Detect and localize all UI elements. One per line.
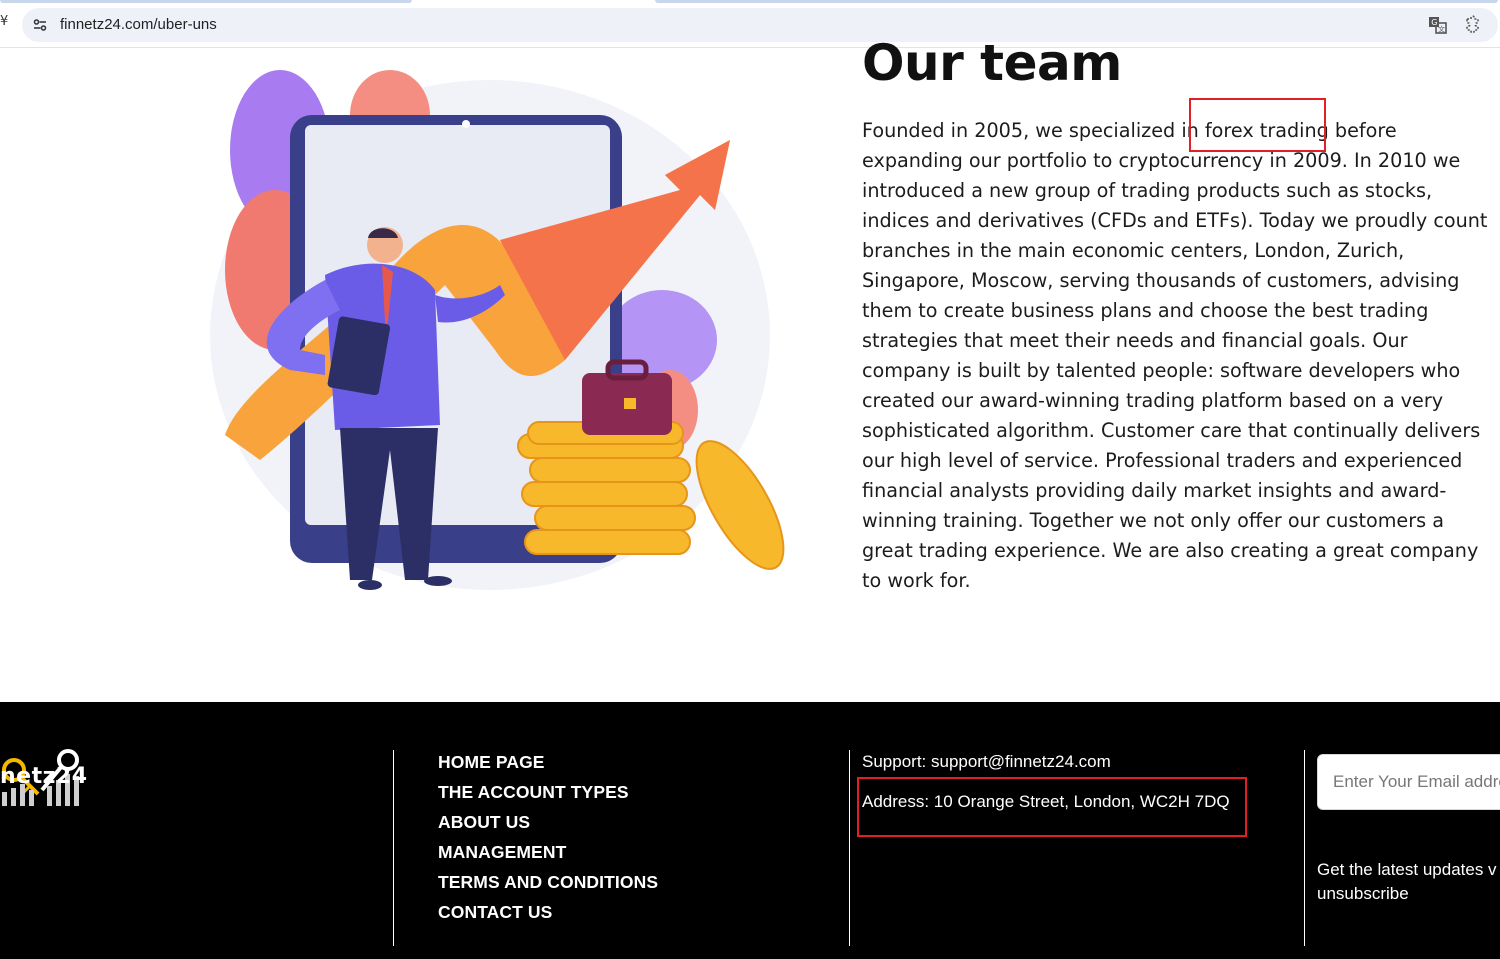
footer-nav: HOME PAGE THE ACCOUNT TYPES ABOUT US MAN… — [438, 752, 658, 932]
highlight-address — [857, 777, 1247, 837]
site-info-icon[interactable] — [32, 17, 48, 33]
footer-link-contact[interactable]: CONTACT US — [438, 902, 658, 932]
footer-divider — [849, 750, 850, 946]
logo-wordmark[interactable]: netz24 — [0, 764, 88, 789]
footer-link-management[interactable]: MANAGEMENT — [438, 842, 658, 872]
browser-tab[interactable] — [655, 0, 1498, 3]
newsletter-line: Get the latest updates v — [1317, 860, 1497, 879]
trading-illustration — [210, 70, 785, 590]
extension-icon[interactable] — [1462, 15, 1482, 35]
svg-text:文: 文 — [1438, 25, 1445, 34]
newsletter-line: unsubscribe — [1317, 884, 1409, 903]
svg-text:G: G — [1431, 18, 1437, 27]
footer-link-about-us[interactable]: ABOUT US — [438, 812, 658, 842]
footer-link-account-types[interactable]: THE ACCOUNT TYPES — [438, 782, 658, 812]
address-bar[interactable]: finnetz24.com/uber-uns G 文 — [22, 8, 1498, 42]
site-footer: netz24 HOME PAGE THE ACCOUNT TYPES ABOUT… — [0, 702, 1500, 959]
newsletter-text: Get the latest updates v unsubscribe — [1317, 858, 1500, 906]
newsletter-email-input[interactable] — [1317, 754, 1500, 810]
footer-divider — [1304, 750, 1305, 946]
page-title: Our team — [862, 34, 1122, 92]
footer-link-terms[interactable]: TERMS AND CONDITIONS — [438, 872, 658, 902]
browser-tab[interactable] — [0, 0, 412, 3]
team-description: Founded in 2005, we specialized in forex… — [862, 119, 1488, 592]
reload-button[interactable]: ¥ — [0, 14, 8, 29]
url-text[interactable]: finnetz24.com/uber-uns — [60, 16, 217, 33]
logo-icon[interactable] — [0, 746, 120, 841]
translate-icon[interactable]: G 文 — [1428, 15, 1448, 35]
footer-link-home[interactable]: HOME PAGE — [438, 752, 658, 782]
highlight-forex-trading — [1189, 98, 1326, 152]
footer-divider — [393, 750, 394, 946]
support-email[interactable]: Support: support@finnetz24.com — [862, 752, 1111, 772]
